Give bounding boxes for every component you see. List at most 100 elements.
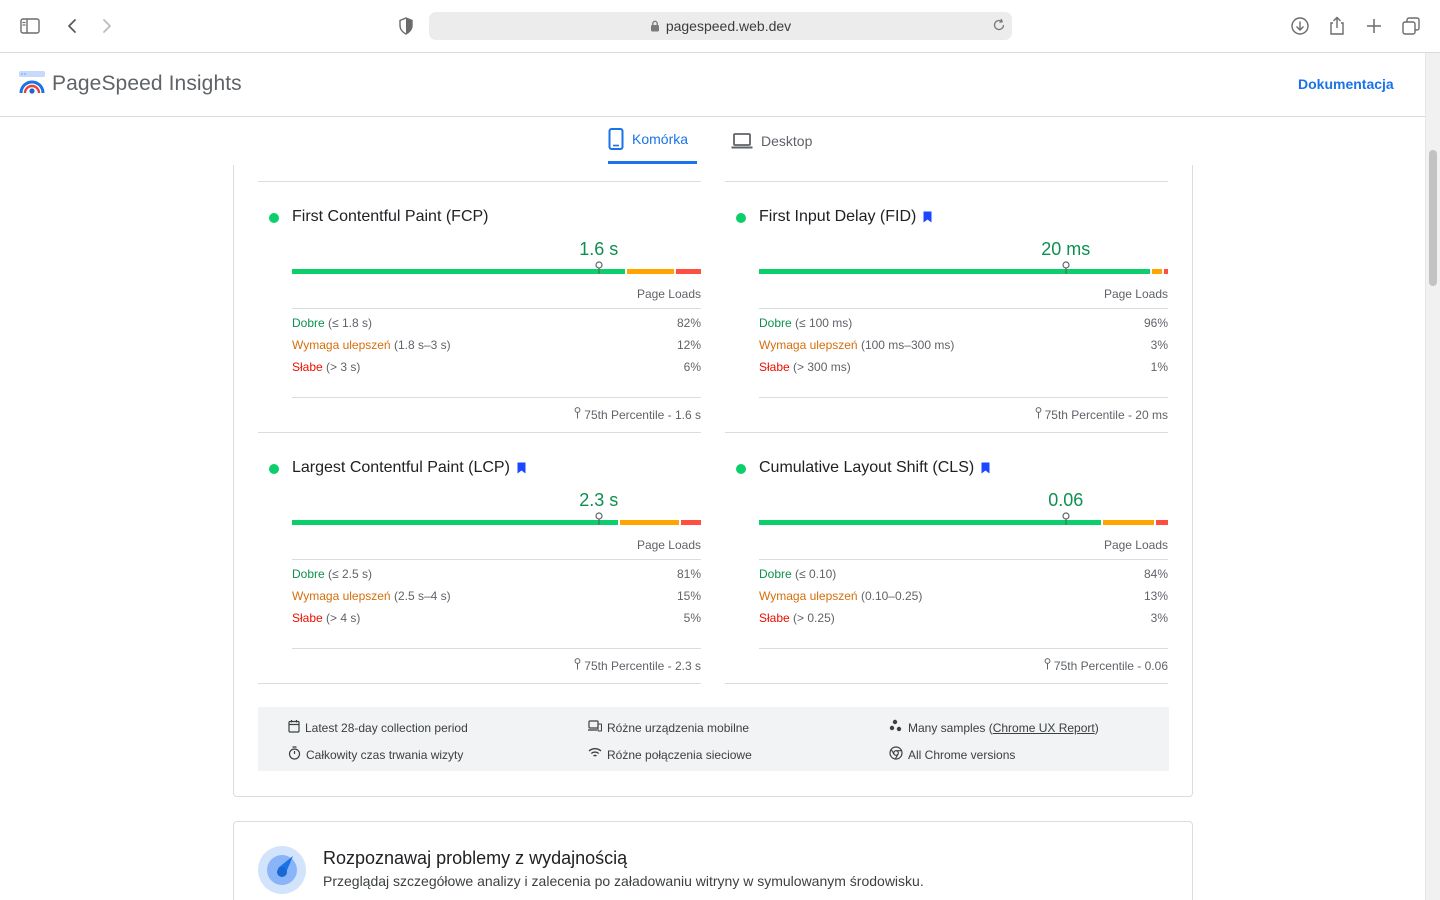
- row-percent: 3%: [1150, 611, 1168, 625]
- distribution-row: Wymaga ulepszeń (100 ms–300 ms) 3%: [759, 338, 1168, 352]
- info-network: Różne połączenia sieciowe: [588, 744, 752, 762]
- bar-average: [1151, 269, 1162, 274]
- status-dot: [269, 213, 279, 223]
- row-range: (2.5 s–4 s): [393, 589, 451, 603]
- divider: [292, 648, 701, 649]
- divider: [759, 308, 1168, 309]
- pagespeed-logo-icon[interactable]: [19, 71, 45, 100]
- metric-title-text: First Contentful Paint (FCP): [292, 208, 489, 225]
- info-samples: Many samples (Chrome UX Report): [889, 717, 1099, 735]
- metric-title[interactable]: Largest Contentful Paint (LCP): [292, 459, 526, 477]
- reload-icon[interactable]: [992, 18, 1006, 35]
- percentile-text: 75th Percentile - 2.3 s: [584, 659, 701, 673]
- metric-title-text: First Input Delay (FID): [759, 208, 917, 225]
- row-percent: 6%: [683, 360, 701, 374]
- percentile-pin-icon: [595, 512, 603, 531]
- download-icon[interactable]: [1288, 14, 1312, 38]
- divider: [759, 559, 1168, 560]
- percentile-pin-icon: [574, 407, 581, 419]
- distribution-row: Słabe (> 0.25) 3%: [759, 611, 1168, 625]
- divider: [292, 559, 701, 560]
- row-label: Słabe: [759, 611, 790, 625]
- bar-poor: [1163, 269, 1168, 274]
- divider: [292, 308, 701, 309]
- divider: [258, 181, 701, 182]
- row-range: (≤ 0.10): [795, 567, 837, 581]
- documentation-link[interactable]: Dokumentacja: [1298, 76, 1425, 92]
- app-header: PageSpeed Insights Dokumentacja: [0, 53, 1425, 117]
- row-label: Dobre: [759, 567, 792, 581]
- metric-title[interactable]: First Contentful Paint (FCP): [292, 208, 489, 226]
- row-range: (≤ 1.8 s): [328, 316, 372, 330]
- row-label: Wymaga ulepszeń: [759, 589, 858, 603]
- share-icon[interactable]: [1325, 14, 1349, 38]
- distribution-bar: [292, 269, 701, 274]
- calendar-icon: [288, 720, 300, 733]
- percentile-pin-icon: [574, 658, 581, 670]
- row-percent: 96%: [1143, 316, 1168, 330]
- chrome-ux-report-link[interactable]: Chrome UX Report: [993, 721, 1095, 735]
- column-label: Page Loads: [1103, 538, 1168, 552]
- sidebar-toggle-icon[interactable]: [18, 14, 42, 38]
- diagnose-card: Rozpoznawaj problemy z wydajnością Przeg…: [233, 821, 1193, 900]
- devices-icon: [588, 720, 602, 732]
- row-percent: 84%: [1143, 567, 1168, 581]
- distribution-row: Słabe (> 300 ms) 1%: [759, 360, 1168, 374]
- divider: [725, 432, 1168, 433]
- scrollbar-thumb[interactable]: [1429, 150, 1437, 286]
- metric-title[interactable]: First Input Delay (FID): [759, 208, 932, 226]
- page-scrollbar[interactable]: [1425, 53, 1440, 900]
- new-tab-icon[interactable]: [1362, 14, 1386, 38]
- metric-value: 0.06: [1048, 490, 1084, 510]
- metric-lcp: Largest Contentful Paint (LCP) 2.3 s Pag…: [258, 432, 701, 683]
- address-bar[interactable]: pagespeed.web.dev: [429, 12, 1012, 40]
- info-samples-prefix: Many samples (: [908, 721, 993, 735]
- metric-title-text: Cumulative Layout Shift (CLS): [759, 459, 975, 476]
- divider: [759, 648, 1168, 649]
- row-percent: 82%: [676, 316, 701, 330]
- info-duration-text: Całkowity czas trwania wizyty: [306, 748, 464, 762]
- wifi-icon: [588, 748, 602, 757]
- row-range: (> 3 s): [326, 360, 361, 374]
- distribution-row: Dobre (≤ 1.8 s) 82%: [292, 316, 701, 330]
- row-label: Wymaga ulepszeń: [292, 589, 391, 603]
- info-duration: Całkowity czas trwania wizyty: [288, 744, 463, 762]
- bookmark-icon[interactable]: [923, 211, 932, 223]
- app-title[interactable]: PageSpeed Insights: [52, 72, 242, 96]
- row-percent: 13%: [1143, 589, 1168, 603]
- forward-icon[interactable]: [95, 14, 119, 38]
- divider: [725, 683, 1168, 684]
- tab-desktop[interactable]: Desktop: [731, 117, 812, 165]
- column-label: Page Loads: [1103, 287, 1168, 301]
- row-range: (> 4 s): [326, 611, 361, 625]
- bookmark-icon[interactable]: [517, 462, 526, 474]
- privacy-shield-icon[interactable]: [394, 14, 418, 38]
- bar-good: [759, 269, 1150, 274]
- metric-title[interactable]: Cumulative Layout Shift (CLS): [759, 459, 990, 477]
- browser-toolbar: pagespeed.web.dev: [0, 0, 1440, 53]
- tab-overview-icon[interactable]: [1399, 14, 1423, 38]
- row-label: Wymaga ulepszeń: [292, 338, 391, 352]
- divider: [759, 397, 1168, 398]
- tab-mobile[interactable]: Komórka: [608, 117, 697, 164]
- laptop-icon: [731, 133, 753, 149]
- column-label: Page Loads: [636, 538, 701, 552]
- percentile-pin-icon: [1044, 658, 1051, 670]
- bar-good: [292, 520, 618, 525]
- divider: [292, 397, 701, 398]
- info-samples-suffix: ): [1094, 721, 1099, 735]
- row-range: (> 0.25): [793, 611, 835, 625]
- back-icon[interactable]: [60, 14, 84, 38]
- bar-poor: [676, 269, 701, 274]
- tab-desktop-label: Desktop: [761, 133, 813, 149]
- bar-average: [1102, 520, 1154, 525]
- bookmark-icon[interactable]: [981, 462, 990, 474]
- row-percent: 81%: [676, 567, 701, 581]
- metric-title-text: Largest Contentful Paint (LCP): [292, 459, 510, 476]
- divider: [725, 181, 1168, 182]
- info-chrome: All Chrome versions: [889, 744, 1015, 762]
- samples-icon: [889, 719, 902, 732]
- row-label: Słabe: [292, 611, 323, 625]
- percentile-pin-icon: [1062, 261, 1070, 280]
- distribution-bar: [292, 520, 701, 525]
